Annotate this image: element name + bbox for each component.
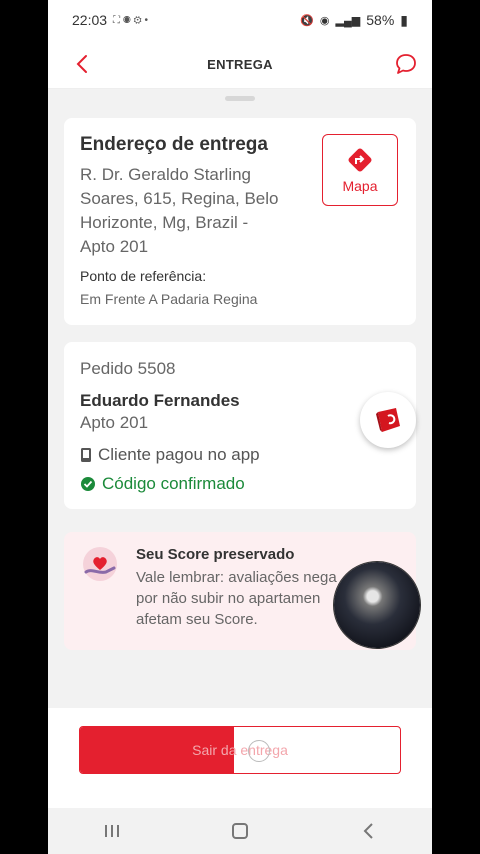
signal-icon: ▂▄▆ [335,14,361,27]
sheet-handle[interactable] [225,96,255,101]
delivery-bag-icon [376,408,400,432]
chat-bubble-icon [396,54,416,74]
reference-label: Ponto de referência: [80,268,207,284]
heart-hand-icon [83,547,117,581]
home-button[interactable] [220,811,260,851]
back-chevron-icon [363,823,373,839]
system-back-button[interactable] [348,811,388,851]
video-call-bubble[interactable] [334,562,420,648]
score-title: Seu Score preservado [136,546,295,563]
map-button[interactable]: Mapa [322,134,398,206]
slider-label: Sair da entrega [192,742,288,758]
address-card: Endereço de entrega R. Dr. Geraldo Starl… [64,118,416,325]
location-icon: ◉ [319,14,330,27]
address-title: Endereço de entrega [80,134,268,155]
payment-status-text: Cliente pagou no app [98,445,260,464]
leave-delivery-slider[interactable]: Sair da entrega [79,726,401,774]
code-status: Código confirmado [80,474,245,494]
address-line: Soares, 615, Regina, Belo [80,189,279,208]
phone-icon [81,448,91,462]
notification-icons: ⛶ ◉ ⚙ • [113,14,148,26]
code-status-text: Código confirmado [102,474,245,493]
mute-icon: 🔇 [300,14,314,27]
customer-apartment: Apto 201 [80,413,149,432]
order-number: Pedido 5508 [80,359,176,378]
status-time: 22:03 [72,12,108,28]
chat-button[interactable] [390,48,422,80]
status-right: 🔇 ◉ ▂▄▆ 58% ▮ [300,12,408,29]
recent-apps-icon [105,825,119,837]
reference-value: Em Frente A Padaria Regina [80,291,258,307]
chevron-left-icon [76,55,87,73]
phone-screen: 22:03 ⛶ ◉ ⚙ • 🔇 ◉ ▂▄▆ 58% ▮ ENTREGA Ende… [48,0,432,854]
payment-status: Cliente pagou no app [80,445,260,465]
address-text: R. Dr. Geraldo Starling Soares, 615, Reg… [80,163,300,259]
system-nav-bar [48,808,432,854]
customer-name: Eduardo Fernandes [80,391,240,410]
score-text: Vale lembrar: avaliações nega por não su… [136,569,337,628]
address-line: R. Dr. Geraldo Starling [80,165,252,184]
home-icon [232,823,248,839]
check-circle-icon [81,477,95,491]
back-button[interactable] [68,50,96,78]
page-title: ENTREGA [207,56,273,72]
battery-icon: ▮ [400,11,408,28]
status-bar: 22:03 ⛶ ◉ ⚙ • 🔇 ◉ ▂▄▆ 58% ▮ [48,0,432,40]
battery-level: 58% [366,12,395,28]
status-left: 22:03 ⛶ ◉ ⚙ • [72,12,148,28]
map-arrow-icon [348,148,372,172]
address-line: Apto 201 [80,237,149,256]
app-header: ENTREGA [48,40,432,89]
delivery-bag-button[interactable] [360,392,416,448]
address-line: Horizonte, Mg, Brazil - [80,213,249,232]
slider-handle[interactable] [248,740,270,762]
map-label: Mapa [342,178,378,194]
recent-apps-button[interactable] [92,811,132,851]
